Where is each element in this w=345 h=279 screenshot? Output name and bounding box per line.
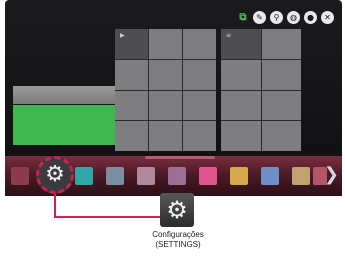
grid-tile[interactable] <box>149 29 182 59</box>
close-icon[interactable]: ✕ <box>321 10 334 24</box>
grid-tile[interactable] <box>149 121 182 151</box>
content-panel-2[interactable]: ≡ <box>221 29 301 151</box>
app-tile[interactable] <box>11 167 29 185</box>
chevron-right-icon[interactable]: ❯ <box>324 165 339 185</box>
grid-tile[interactable] <box>115 121 148 151</box>
grid-tile[interactable] <box>115 59 148 90</box>
settings-button[interactable]: ⚙ <box>36 156 74 194</box>
play-icon: ▶ <box>120 32 125 39</box>
grid-tile[interactable] <box>261 29 301 59</box>
grid-tile[interactable] <box>149 59 182 90</box>
grid-tile[interactable] <box>183 121 216 151</box>
app-tile[interactable] <box>75 167 93 185</box>
search-icon[interactable]: ⚲ <box>270 10 283 24</box>
app-tile[interactable] <box>199 167 217 185</box>
grid-tile[interactable] <box>149 90 182 121</box>
grid-tile[interactable] <box>183 59 216 90</box>
card-preview <box>13 105 115 145</box>
grid-tile[interactable] <box>115 90 148 121</box>
callout-label-line2: (SETTINGS) <box>155 240 201 249</box>
callout-connector <box>54 216 160 218</box>
gear-icon: ⚙ <box>45 162 65 187</box>
grid-tile[interactable] <box>261 121 301 151</box>
launcher-highlight <box>145 156 215 159</box>
grid-tile[interactable] <box>261 59 301 90</box>
grid-tile[interactable] <box>221 121 261 151</box>
app-tile[interactable] <box>230 167 248 185</box>
grid-tile[interactable] <box>221 59 261 90</box>
grid-tile[interactable] <box>221 90 261 121</box>
app-tile[interactable] <box>137 167 155 185</box>
callout-connector <box>54 194 56 217</box>
voice-icon[interactable]: ◍ <box>287 10 300 24</box>
content-panel-1[interactable]: ▶ <box>115 29 216 151</box>
callout-label-line1: Configurações <box>152 230 204 239</box>
list-icon: ≡ <box>226 32 232 39</box>
grid-tile[interactable] <box>183 90 216 121</box>
input-icon[interactable]: ⧉ <box>237 11 249 24</box>
edit-icon[interactable]: ✎ <box>253 10 266 24</box>
grid-tile[interactable] <box>261 90 301 121</box>
top-icon-bar: ⧉ ✎ ⚲ ◍ ● ✕ <box>237 10 334 24</box>
app-tile[interactable] <box>261 167 279 185</box>
grid-tile[interactable] <box>183 29 216 59</box>
settings-callout-label: Configurações (SETTINGS) <box>135 230 221 250</box>
user-icon[interactable]: ● <box>304 10 317 24</box>
card-header <box>13 86 115 104</box>
app-tile[interactable] <box>168 167 186 185</box>
settings-callout-gear-icon: ⚙ <box>160 193 194 227</box>
live-tv-card[interactable] <box>13 86 115 150</box>
app-tile[interactable] <box>292 167 310 185</box>
app-tile[interactable] <box>106 167 124 185</box>
